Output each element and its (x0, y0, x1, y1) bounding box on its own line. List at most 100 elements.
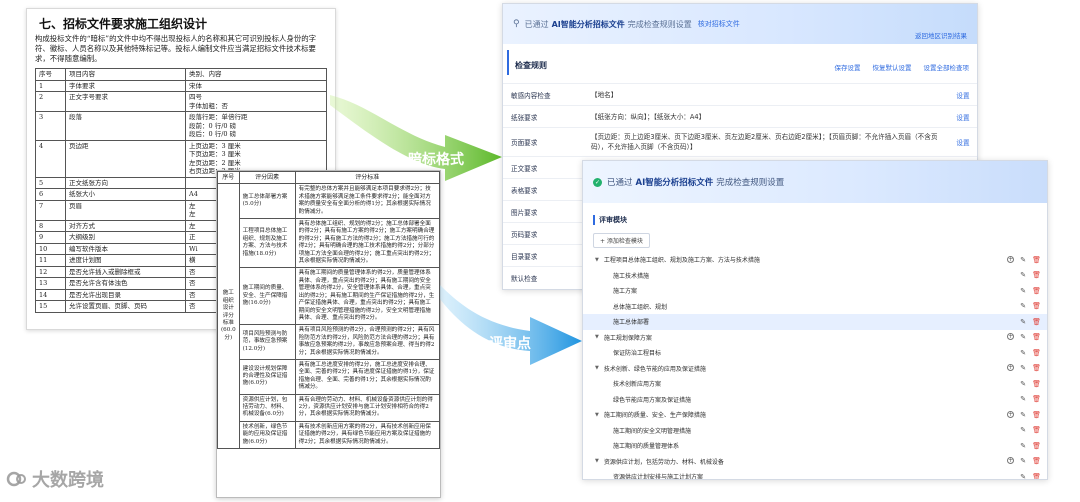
chevron-down-icon[interactable]: ▼ (595, 365, 599, 371)
standard-cell: 具有总体施工组织、规划的得2分；施工总体部署全面的得2分；具有有施工方案的得2分… (294, 218, 440, 269)
delete-icon[interactable]: 🗑 (1032, 256, 1041, 264)
table-row: 3 段落 段落行距：单倍行距 段前：0 行/0 磅 段后：0 行/0 磅 (35, 111, 327, 141)
chevron-down-icon[interactable]: ▼ (595, 257, 599, 263)
node-actions: ✎ 🗑 (1020, 349, 1041, 357)
table-cell: 15 (35, 300, 66, 313)
rule-key: 目录要求 (511, 252, 538, 261)
edit-icon[interactable]: ✎ (1020, 411, 1026, 419)
edit-icon[interactable]: ✎ (1020, 364, 1026, 372)
table-cell: 是否允许出现目录 (65, 288, 186, 301)
tree-node-label: 总体施工组织、规划 (613, 303, 668, 311)
edit-icon[interactable]: ✎ (1020, 271, 1026, 279)
table-cell: 4 (35, 139, 66, 178)
edit-icon[interactable]: ✎ (1020, 287, 1026, 295)
add-icon[interactable]: + (1007, 364, 1015, 372)
tree-child-node[interactable]: 施工技术措施 ✎ 🗑 (583, 268, 1047, 284)
add-icon[interactable]: + (1007, 255, 1015, 263)
tree-node-label: 保证防治工程目标 (613, 350, 662, 358)
tree-parent-node[interactable]: ▼ 资源供应计划，包括劳动力、材料、机械设备 + ✎ 🗑 (583, 454, 1047, 470)
delete-icon[interactable]: 🗑 (1032, 349, 1041, 357)
tree-child-node[interactable]: 资源供应计划安排与施工计划方案 ✎ 🗑 (583, 469, 1047, 480)
delete-icon[interactable]: 🗑 (1032, 380, 1041, 388)
delete-icon[interactable]: 🗑 (1032, 287, 1041, 295)
chevron-down-icon[interactable]: ▼ (595, 458, 599, 464)
delete-icon[interactable]: 🗑 (1032, 302, 1041, 310)
edit-icon[interactable]: ✎ (1020, 457, 1026, 465)
table-header: 评分因素 (238, 171, 296, 185)
tree-parent-node[interactable]: ▼ 技术创新、绿色节能的应用及保证措施 + ✎ 🗑 (583, 361, 1047, 377)
banner-suffix: 完成检查规则设置 (627, 19, 692, 29)
delete-icon[interactable]: 🗑 (1032, 473, 1041, 479)
document-scoring-criteria: 序号 评分因素 评分标准 施工组织设计评分标准(60.0分) 施工总体部署方案(5… (216, 170, 441, 498)
tree-parent-node[interactable]: ▼ 工程项目总体施工组织、规划及施工方案、方法与技术措施 + ✎ 🗑 (583, 252, 1047, 268)
edit-icon[interactable]: ✎ (1020, 349, 1026, 357)
tree-parent-node[interactable]: ▼ 施工期间的质量、安全、生产保障措施 + ✎ 🗑 (583, 407, 1047, 423)
table-row: 2 正文字号要求 四号 字体加粗：否 (35, 91, 327, 112)
delete-icon[interactable]: 🗑 (1032, 271, 1041, 279)
tree-child-node[interactable]: 技术创新应用方案 ✎ 🗑 (583, 376, 1047, 392)
restore-default-button[interactable]: 恢复默认设置 (873, 62, 912, 72)
delete-icon[interactable]: 🗑 (1032, 364, 1041, 372)
add-icon[interactable]: + (1007, 333, 1015, 341)
tree-node-label: 施工期间的质量、安全、生产保障措施 (603, 412, 706, 420)
tree-child-node[interactable]: 保证防治工程目标 ✎ 🗑 (583, 345, 1047, 361)
edit-icon[interactable]: ✎ (1020, 302, 1026, 310)
node-actions: + ✎ 🗑 (1007, 333, 1041, 341)
edit-icon[interactable]: ✎ (1020, 442, 1026, 450)
edit-icon[interactable]: ✎ (1020, 333, 1026, 341)
table-header: 序号 (217, 171, 240, 185)
edit-icon[interactable]: ✎ (1020, 473, 1026, 479)
delete-icon[interactable]: 🗑 (1032, 395, 1041, 403)
add-icon[interactable]: + (1007, 457, 1015, 465)
table-cell: 是否允许插入或删除框或 (65, 265, 186, 278)
edit-icon[interactable]: ✎ (1020, 380, 1026, 388)
standard-cell: 具有施工期间的质量管理体系的得2分，质量管理体系具体、合理，重点突出的得2分；具… (294, 267, 440, 326)
tree-child-node[interactable]: 施工总体部署 ✎ 🗑 (583, 314, 1047, 330)
set-all-checks-button[interactable]: 设置全部检查项 (924, 62, 970, 72)
add-icon[interactable]: + (1007, 410, 1015, 418)
add-module-button[interactable]: + 添加检查模块 (593, 233, 650, 248)
table-cell: 5 (35, 176, 66, 189)
delete-icon[interactable]: 🗑 (1032, 442, 1041, 450)
table-row: 1 字体要求 宋体 (35, 79, 327, 92)
tree-child-node[interactable]: 总体施工组织、规划 ✎ 🗑 (583, 299, 1047, 315)
delete-icon[interactable]: 🗑 (1032, 318, 1041, 326)
table-cell: 字体要求 (65, 79, 186, 92)
banner-prefix: 已通过 (524, 19, 549, 29)
node-actions: ✎ 🗑 (1020, 271, 1041, 279)
edit-icon[interactable]: ✎ (1020, 256, 1026, 264)
table-row: 项目风险预测与防范，事故应急预案(12.0分) 具有项目风险预测的得2分，合理预测… (218, 324, 440, 360)
back-to-region-link[interactable]: 返回地区识别结果 (915, 30, 967, 40)
edit-icon[interactable]: ✎ (1020, 318, 1026, 326)
table-cell: 段落 (65, 111, 186, 141)
edit-icon[interactable]: ✎ (1020, 426, 1026, 434)
tree-child-node[interactable]: 施工期间的质量管理体系 ✎ 🗑 (583, 438, 1047, 454)
rule-value: 【页边距：页上边距3厘米、页下边距3厘米、页左边距2厘米、页右边距2厘米】；【页… (591, 133, 938, 151)
standard-cell: 具有项目风险预测的得2分，合理预测的得2分；具有风险防范方法的得2分，风险防范方… (294, 324, 440, 360)
rule-settings-link[interactable]: 设置 (949, 112, 977, 122)
table-cell: 12 (35, 265, 66, 278)
tree-node-label: 绿色节能应用方案及保证措施 (613, 396, 692, 404)
chevron-down-icon[interactable]: ▼ (595, 412, 599, 418)
tree-node-label: 施工方案 (613, 288, 638, 296)
edit-icon[interactable]: ✎ (1020, 395, 1026, 403)
delete-icon[interactable]: 🗑 (1032, 426, 1041, 434)
rule-key: 表格要求 (511, 186, 538, 195)
delete-icon[interactable]: 🗑 (1032, 457, 1041, 465)
tree-child-node[interactable]: 施工方案 ✎ 🗑 (583, 283, 1047, 299)
factor-cell: 项目风险预测与防范，事故应急预案(12.0分) (238, 324, 296, 360)
check-document-link[interactable]: 核对招标文件 (698, 19, 740, 29)
node-actions: ✎ 🗑 (1020, 395, 1041, 403)
watermark-text: 大数跨境 (32, 470, 104, 491)
tree-node-label: 资源供应计划安排与施工计划方案 (613, 474, 704, 480)
tree-parent-node[interactable]: ▼ 施工规划保障方案 + ✎ 🗑 (583, 330, 1047, 346)
chevron-down-icon[interactable]: ▼ (595, 334, 599, 340)
rule-settings-link[interactable]: 设置 (949, 137, 977, 147)
delete-icon[interactable]: 🗑 (1032, 411, 1041, 419)
tree-child-node[interactable]: 绿色节能应用方案及保证措施 ✎ 🗑 (583, 392, 1047, 408)
table-cell: 8 (35, 219, 66, 232)
tree-child-node[interactable]: 施工期间的安全文明管理措施 ✎ 🗑 (583, 423, 1047, 439)
save-settings-button[interactable]: 保存设置 (835, 62, 861, 72)
rule-settings-link[interactable]: 设置 (949, 90, 977, 100)
delete-icon[interactable]: 🗑 (1032, 333, 1041, 341)
